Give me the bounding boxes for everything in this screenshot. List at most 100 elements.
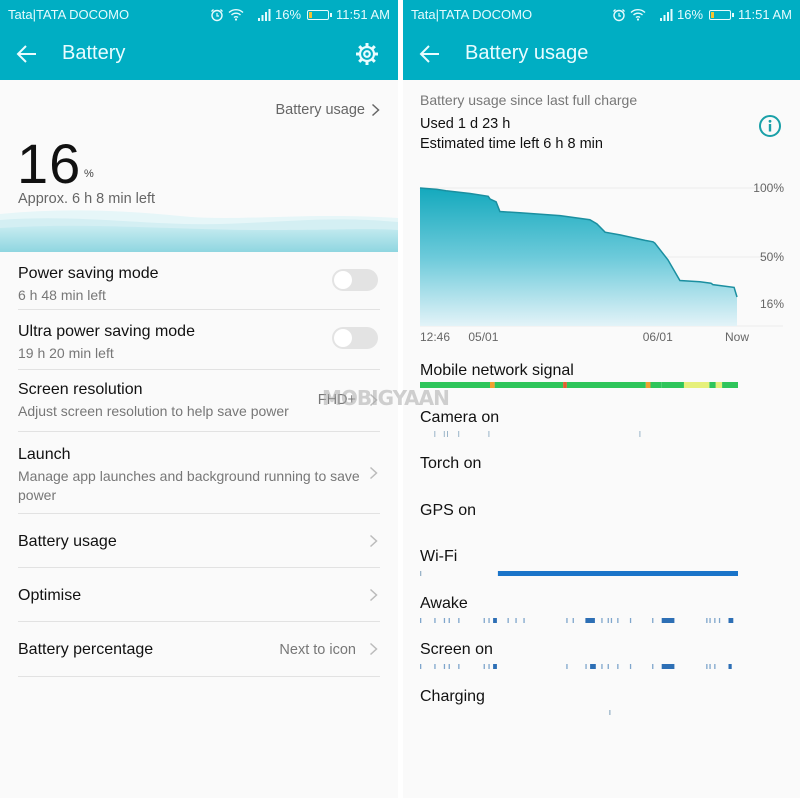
awake-tick [585, 618, 595, 623]
charging-track [420, 710, 740, 715]
signal-segment [650, 382, 662, 388]
arrow-left-icon[interactable] [417, 41, 443, 67]
screen-on-tick [601, 664, 603, 669]
track-label-mobile-network-signal: Mobile network signal [420, 362, 574, 379]
signal-segment [566, 382, 624, 388]
charging-tick [609, 710, 611, 715]
awake-tick [706, 618, 708, 623]
signal-segment [494, 382, 564, 388]
camera-tick [434, 431, 436, 437]
screen-on-tick [483, 664, 485, 669]
settings-list: Power saving mode 6 h 48 min left Ultra … [0, 252, 398, 677]
chevron-right-icon [371, 103, 380, 117]
ultra-power-saving-mode-row[interactable]: Ultra power saving mode 19 h 20 min left [18, 310, 380, 370]
battery-percent: 16% [677, 7, 704, 22]
power-saving-toggle[interactable] [332, 269, 378, 291]
battery-screen: Tata|TATA DOCOMO 16% 11:51 AM Battery Ba… [0, 0, 398, 798]
camera-tick [639, 431, 641, 437]
clock: 11:51 AM [738, 7, 792, 22]
awake-tick [488, 618, 490, 623]
battery-usage-link[interactable]: Battery usage [276, 102, 380, 118]
awake-tick [709, 618, 711, 623]
info-icon[interactable] [758, 114, 782, 138]
chevron-right-icon [369, 534, 378, 548]
awake-tick [566, 618, 568, 623]
gear-icon[interactable] [354, 41, 380, 67]
signal-segment [715, 382, 723, 388]
y-tick-label: 16% [760, 297, 784, 311]
page-title: Battery [62, 42, 126, 64]
track-label-wifi: Wi-Fi [420, 548, 458, 565]
screen-on-tick [709, 664, 711, 669]
page-title: Battery usage [465, 42, 589, 64]
wifi-segment [497, 571, 738, 576]
awake-tick [443, 618, 446, 623]
setting-title: Power saving mode [18, 265, 159, 282]
signal-segment [623, 382, 646, 388]
signal-segment [683, 382, 710, 388]
awake-track [420, 618, 740, 623]
clock: 11:51 AM [336, 7, 390, 22]
battery-level-fill [309, 11, 312, 18]
setting-title: Ultra power saving mode [18, 323, 195, 340]
wifi-icon [630, 8, 646, 21]
mobile-network-signal-track [420, 382, 740, 388]
awake-tick [572, 618, 574, 623]
track-label-charging: Charging [420, 688, 485, 705]
screen-on-tick [728, 664, 732, 669]
setting-subtitle: Manage app launches and background runni… [18, 468, 360, 503]
screen-on-tick [590, 664, 596, 669]
camera-tick [488, 431, 490, 437]
arrow-left-icon[interactable] [14, 41, 40, 67]
battery-percentage-row[interactable]: Battery percentage Next to icon [18, 622, 380, 677]
status-bar: Tata|TATA DOCOMO 16% 11:51 AM [403, 0, 800, 28]
setting-title: Battery usage [18, 533, 117, 550]
signal-icon [660, 8, 673, 21]
screen-on-tick [607, 664, 609, 669]
optimise-row[interactable]: Optimise [18, 568, 380, 622]
track-label-screen-on: Screen on [420, 641, 493, 658]
x-tick-label: 05/01 [468, 330, 498, 344]
screen-on-tick [488, 664, 490, 669]
battery-icon [307, 9, 333, 20]
chevron-right-icon [369, 393, 378, 407]
awake-tick [610, 618, 613, 623]
battery-percent: 16% [275, 7, 302, 22]
chevron-right-icon [369, 588, 378, 602]
screen-resolution-row[interactable]: Screen resolution Adjust screen resoluti… [18, 370, 380, 432]
screen-on-tick [493, 664, 497, 669]
battery-usage-link-label: Battery usage [275, 102, 365, 118]
setting-title: Launch [18, 446, 71, 463]
app-bar: Battery usage [403, 28, 800, 80]
chevron-right-icon [369, 642, 378, 656]
app-bar: Battery [0, 28, 398, 80]
power-saving-mode-row[interactable]: Power saving mode 6 h 48 min left [18, 252, 380, 310]
usage-since-label: Battery usage since last full charge [420, 92, 638, 108]
launch-row[interactable]: Launch Manage app launches and backgroun… [18, 432, 380, 514]
screen-on-tick [566, 664, 568, 669]
awake-tick [617, 618, 619, 623]
awake-tick [420, 618, 422, 623]
awake-tick [458, 618, 460, 623]
awake-tick [718, 618, 721, 623]
ultra-power-saving-toggle[interactable] [332, 327, 378, 349]
x-tick-label: 06/01 [643, 330, 673, 344]
wave-decoration [0, 210, 398, 252]
camera-tick [443, 431, 445, 437]
estimated-time-left: Estimated time left 6 h 8 min [420, 136, 603, 152]
screen-resolution-value: FHD+ [317, 392, 356, 408]
screen-on-tick [443, 664, 446, 669]
screen-on-tick [585, 664, 587, 669]
battery-level: 16 [17, 132, 82, 195]
signal-icon [258, 8, 271, 21]
camera-tick [447, 431, 448, 437]
battery-level-chart: 100% 50% 16% 12:46 05/01 06/01 Now [419, 181, 784, 344]
battery-level-unit: % [84, 168, 94, 180]
signal-segment [722, 382, 738, 388]
chevron-right-icon [369, 466, 378, 480]
used-time: Used 1 d 23 h [420, 116, 511, 132]
battery-usage-row[interactable]: Battery usage [18, 514, 380, 568]
track-label-torch-on: Torch on [420, 455, 482, 472]
alarm-icon [210, 8, 224, 22]
awake-tick [714, 618, 716, 623]
